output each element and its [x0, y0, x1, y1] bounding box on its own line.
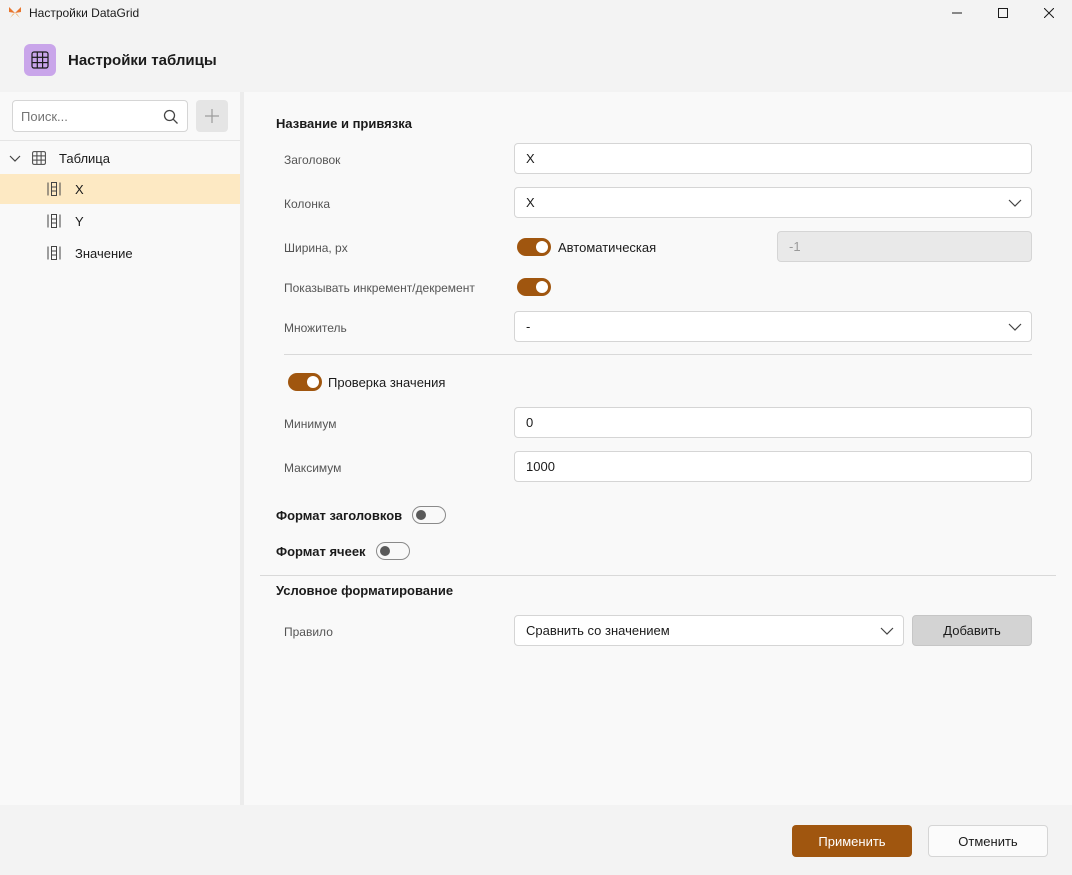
- settings-panel: Название и привязка Заголовок X Колонка …: [244, 92, 1072, 805]
- dialog-footer: Применить Отменить: [0, 805, 1072, 875]
- multiplier-label: Множитель: [284, 321, 347, 335]
- column-icon: [47, 246, 61, 260]
- cell-format-toggle[interactable]: [376, 542, 410, 560]
- tree-item-label: Y: [75, 214, 84, 229]
- page-title: Настройки таблицы: [68, 52, 217, 69]
- tree-item-label: Значение: [75, 246, 133, 261]
- header-input[interactable]: X: [514, 143, 1032, 174]
- add-button[interactable]: [196, 100, 228, 132]
- dialog-header: Настройки таблицы: [0, 26, 1072, 92]
- tree-item-y[interactable]: Y: [0, 206, 240, 236]
- sidebar-divider: [0, 140, 240, 141]
- tree-item-label: Таблица: [59, 151, 110, 166]
- width-label: Ширина, px: [284, 241, 348, 255]
- maximum-input[interactable]: 1000: [514, 451, 1032, 482]
- header-label: Заголовок: [284, 153, 341, 167]
- multiplier-select-value: -: [526, 319, 531, 334]
- close-icon: [1044, 8, 1054, 18]
- show-increment-toggle[interactable]: [517, 278, 551, 296]
- rule-select[interactable]: Сравнить со значением: [514, 615, 904, 646]
- tree-item-label: X: [75, 182, 84, 197]
- chevron-down-icon[interactable]: [9, 152, 21, 164]
- width-input[interactable]: -1: [777, 231, 1032, 262]
- column-icon: [47, 214, 61, 228]
- maximize-button[interactable]: [980, 0, 1026, 26]
- section-title-binding: Название и привязка: [276, 116, 412, 131]
- butterfly-logo-icon: [9, 7, 21, 18]
- minimize-icon: [952, 12, 962, 14]
- section-title-conditional: Условное форматирование: [276, 583, 454, 598]
- maximize-icon: [998, 8, 1008, 18]
- maximum-label: Максимум: [284, 461, 342, 475]
- tree-item-x[interactable]: X: [0, 174, 240, 204]
- width-auto-label: Автоматическая: [558, 240, 657, 255]
- search-input[interactable]: [21, 107, 161, 125]
- chevron-down-icon: [1008, 323, 1022, 331]
- cell-format-label: Формат ячеек: [276, 544, 366, 559]
- chevron-down-icon: [1008, 199, 1022, 207]
- column-select-value: X: [526, 195, 535, 210]
- add-rule-button[interactable]: Добавить: [912, 615, 1032, 646]
- cancel-button[interactable]: Отменить: [928, 825, 1048, 857]
- close-window-button[interactable]: [1026, 0, 1072, 26]
- table-grid-icon: [24, 44, 56, 76]
- rule-select-value: Сравнить со значением: [526, 623, 670, 638]
- column-icon: [47, 182, 61, 196]
- column-select[interactable]: X: [514, 187, 1032, 218]
- minimize-button[interactable]: [934, 0, 980, 26]
- window-title: Настройки DataGrid: [29, 6, 140, 20]
- search-icon[interactable]: [163, 109, 179, 125]
- search-box[interactable]: [12, 100, 188, 132]
- column-label: Колонка: [284, 197, 331, 211]
- validation-toggle[interactable]: [288, 373, 322, 391]
- table-grid-icon: [32, 151, 46, 165]
- sidebar: Таблица X Y Значение: [0, 92, 240, 805]
- tree-item-table[interactable]: Таблица: [0, 143, 240, 173]
- multiplier-select[interactable]: -: [514, 311, 1032, 342]
- plus-icon: [205, 109, 219, 123]
- section-divider: [284, 354, 1032, 355]
- validation-label: Проверка значения: [328, 375, 446, 390]
- chevron-down-icon: [880, 627, 894, 635]
- apply-button[interactable]: Применить: [792, 825, 912, 857]
- minimum-input[interactable]: 0: [514, 407, 1032, 438]
- section-divider: [260, 575, 1056, 576]
- header-format-label: Формат заголовков: [276, 508, 403, 523]
- rule-label: Правило: [284, 625, 333, 639]
- title-bar: Настройки DataGrid: [0, 0, 1072, 26]
- tree-item-value[interactable]: Значение: [0, 238, 240, 268]
- minimum-label: Минимум: [284, 417, 337, 431]
- show-increment-label: Показывать инкремент/декремент: [284, 281, 475, 295]
- header-format-toggle[interactable]: [412, 506, 446, 524]
- width-auto-toggle[interactable]: [517, 238, 551, 256]
